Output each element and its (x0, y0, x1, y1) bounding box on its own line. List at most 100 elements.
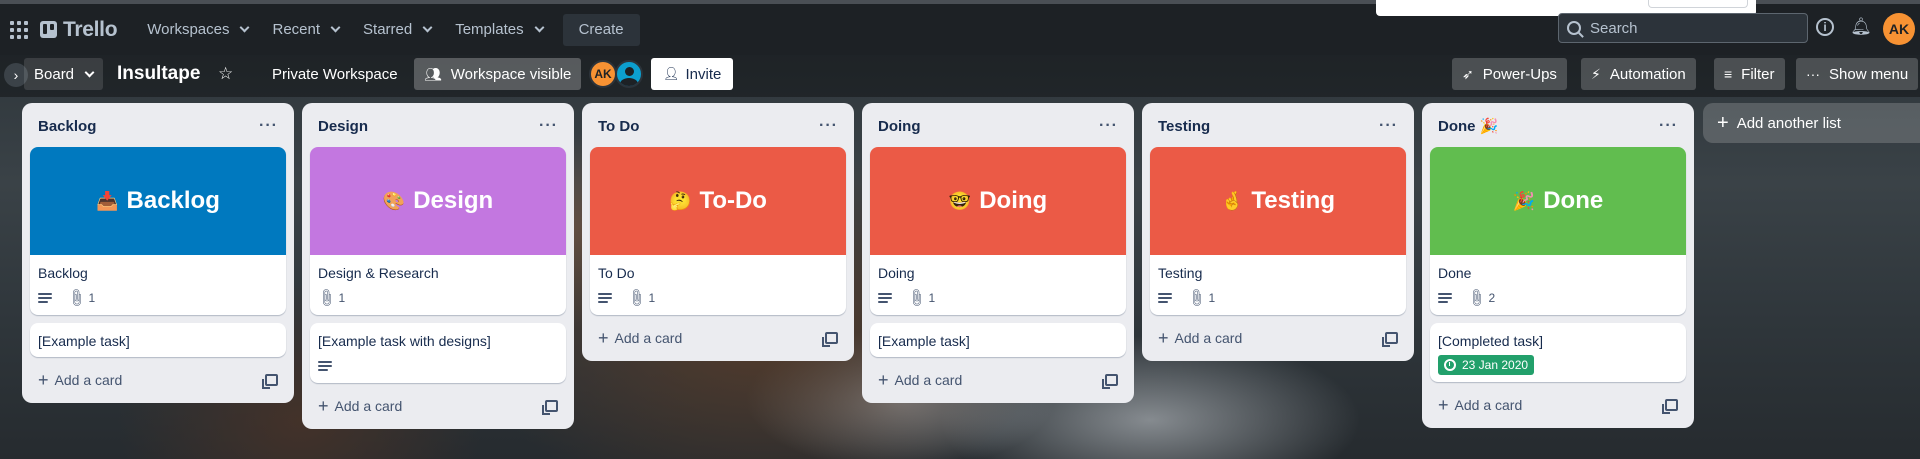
attachment-count: 1 (648, 291, 656, 305)
card-badges: 📎︎ 1 (598, 287, 838, 309)
list-menu-ellipsis-icon[interactable]: ··· (819, 117, 838, 135)
chevron-down-icon (422, 22, 433, 33)
invite-label: Invite (685, 65, 722, 83)
description-icon (38, 293, 52, 303)
list-menu-ellipsis-icon[interactable]: ··· (539, 117, 558, 135)
create-button[interactable]: Create (562, 13, 640, 46)
list-title[interactable]: Done 🎉 (1438, 117, 1498, 135)
nerd-emoji-icon: 🤓 (948, 190, 972, 211)
nav-workspaces[interactable]: Workspaces (135, 14, 260, 46)
list-menu-ellipsis-icon[interactable]: ··· (259, 117, 278, 135)
plus-icon: + (598, 328, 609, 348)
invite-button[interactable]: 👤︎ Invite (651, 58, 734, 90)
list-header[interactable]: To Do ··· (590, 111, 846, 147)
star-icon[interactable]: ☆ (208, 58, 243, 90)
cover-card[interactable]: 🎨 Design Design & Research 📎︎ 1 (310, 147, 566, 315)
list-item[interactable]: [Example task with designs] (310, 323, 566, 383)
list-menu-ellipsis-icon[interactable]: ··· (1379, 117, 1398, 135)
attachment-count: 1 (338, 291, 346, 305)
attachment-count: 1 (1208, 291, 1216, 305)
visibility-button[interactable]: 👥︎ Workspace visible (414, 58, 582, 90)
search-placeholder: Search (1590, 19, 1638, 37)
card-title: Backlog (38, 265, 88, 281)
cover-card[interactable]: 🤓 Doing Doing 📎︎ 1 (870, 147, 1126, 315)
list-title[interactable]: Backlog (38, 118, 96, 135)
list-title[interactable]: To Do (598, 118, 639, 135)
attachment-icon: 📎︎ (65, 286, 88, 309)
member-avatar-ak[interactable]: AK (589, 60, 617, 88)
list-header[interactable]: Backlog ··· (30, 111, 286, 147)
cover-card[interactable]: 🤞 Testing Testing 📎︎ 1 (1150, 147, 1406, 315)
list-title[interactable]: Design (318, 118, 368, 135)
add-card-button[interactable]: + Add a card (870, 365, 1126, 395)
board-header: › Board Insultape ☆ Private Workspace 👥︎… (0, 55, 1920, 97)
add-card-button[interactable]: + Add a card (1430, 390, 1686, 420)
trello-logo[interactable]: Trello (40, 18, 118, 42)
list-title[interactable]: Doing (878, 118, 921, 135)
card-template-icon[interactable] (1382, 332, 1398, 347)
board-view-switcher[interactable]: Board (24, 58, 104, 90)
list-item[interactable]: [Example task] (870, 323, 1126, 357)
app-switcher-icon[interactable] (10, 20, 28, 39)
card-badges: 📎︎ 2 (1438, 287, 1678, 309)
list-item[interactable]: [Completed task] 23 Jan 2020 (1430, 323, 1686, 382)
list-header[interactable]: Design ··· (310, 111, 566, 147)
add-card-label: Add a card (334, 398, 403, 414)
filter-button[interactable]: ≡ Filter (1714, 58, 1785, 90)
due-date-badge[interactable]: 23 Jan 2020 (1438, 355, 1535, 375)
add-card-button[interactable]: + Add a card (590, 323, 846, 353)
list-menu-ellipsis-icon[interactable]: ··· (1659, 117, 1678, 135)
nav-recent-label: Recent (272, 21, 321, 38)
cover-card[interactable]: 📥 Backlog Backlog 📎︎ 1 (30, 147, 286, 315)
list-header[interactable]: Doing ··· (870, 111, 1126, 147)
visibility-label: Workspace visible (450, 65, 572, 83)
card-template-icon[interactable] (1102, 374, 1118, 389)
inbox-emoji-icon: 📥 (96, 190, 119, 211)
card-template-icon[interactable] (1662, 399, 1678, 414)
chevron-down-icon (84, 67, 95, 77)
card-cover: 🎉 Done (1430, 147, 1686, 255)
workspace-button[interactable]: Private Workspace (262, 58, 408, 90)
list-header[interactable]: Done 🎉 ··· (1430, 111, 1686, 147)
card-template-icon[interactable] (542, 400, 558, 415)
palette-emoji-icon: 🎨 (382, 190, 406, 211)
bell-icon[interactable]: 🔔︎ (1850, 16, 1872, 38)
automation-button[interactable]: ⚡︎ Automation (1581, 58, 1696, 90)
add-card-button[interactable]: + Add a card (310, 391, 566, 421)
card-cover-text: Doing (979, 187, 1048, 214)
chevron-down-icon (534, 22, 545, 33)
cover-card[interactable]: 🤔 To-Do To Do 📎︎ 1 (590, 147, 846, 315)
nav-workspaces-label: Workspaces (147, 21, 230, 38)
show-menu-button[interactable]: ··· Show menu (1796, 58, 1919, 90)
popup-fragment-inner (1648, 0, 1748, 8)
cover-card[interactable]: 🎉 Done Done 📎︎ 2 (1430, 147, 1686, 315)
list-menu-ellipsis-icon[interactable]: ··· (1099, 117, 1118, 135)
search-input[interactable]: Search (1558, 13, 1808, 43)
card-template-icon[interactable] (822, 332, 838, 347)
add-card-label: Add a card (1174, 330, 1243, 346)
card-badges: 📎︎ 1 (38, 287, 278, 309)
add-card-button[interactable]: + Add a card (1150, 323, 1406, 353)
ellipsis-icon: ··· (1806, 66, 1820, 82)
card-title: [Example task] (878, 333, 970, 349)
nav-starred[interactable]: Starred (351, 14, 443, 46)
card-title: Doing (878, 265, 915, 281)
list-item[interactable]: [Example task] (30, 323, 286, 357)
plus-icon: + (318, 396, 329, 416)
power-ups-button[interactable]: ➶ Power-Ups (1452, 58, 1567, 90)
nav-templates[interactable]: Templates (443, 14, 554, 46)
user-avatar[interactable]: AK (1883, 13, 1915, 45)
add-list-button[interactable]: + Add another list (1703, 103, 1920, 143)
add-card-button[interactable]: + Add a card (30, 365, 286, 395)
member-avatar-user[interactable] (615, 60, 643, 88)
attachment-count: 1 (928, 291, 936, 305)
info-icon[interactable]: i (1816, 18, 1834, 36)
list-title[interactable]: Testing (1158, 118, 1210, 135)
attachment-icon: 📎︎ (1185, 286, 1208, 309)
list-header[interactable]: Testing ··· (1150, 111, 1406, 147)
card-template-icon[interactable] (262, 374, 278, 389)
board-title[interactable]: Insultape (107, 58, 210, 90)
chevron-down-icon (330, 22, 341, 33)
card-badges: 📎︎ 1 (1158, 287, 1398, 309)
nav-recent[interactable]: Recent (260, 14, 351, 46)
